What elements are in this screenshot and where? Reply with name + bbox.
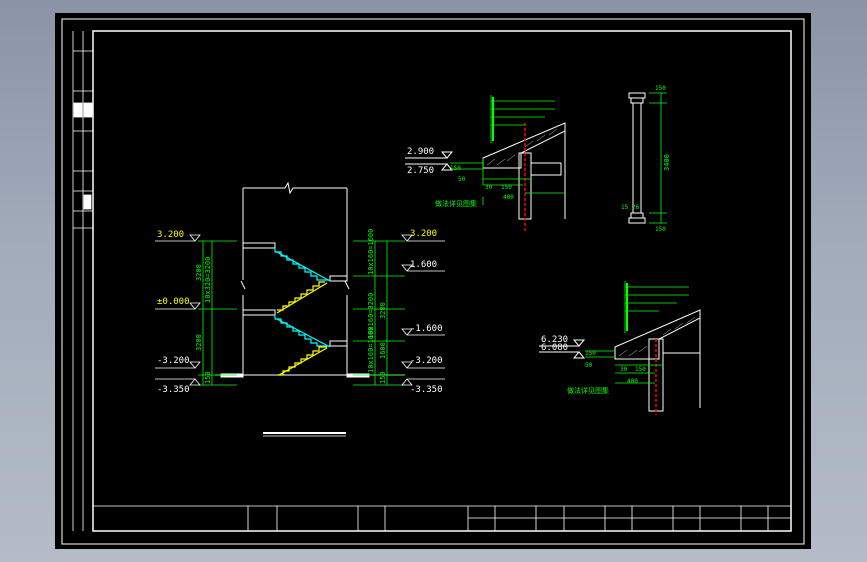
drawing-sheet: 3.200 ±0.000 -3.200 -3.350 3200 10x320=3… <box>55 13 811 549</box>
left-dim-3: 3200 <box>195 334 203 351</box>
column-dim-bottom: 150 <box>655 226 666 233</box>
upper-level-2: 2.750 <box>407 166 434 176</box>
column-dim-height: 3400 <box>663 154 671 171</box>
stair-flight-4 <box>277 346 327 376</box>
left-dim-4: 150 <box>204 371 212 384</box>
upper-dim-5: 400 <box>503 194 514 201</box>
right-dim-1: 10x160=1600 <box>367 229 375 275</box>
column-detail: 3400 150 150 15 26 <box>621 85 671 233</box>
binding-strip <box>72 31 93 531</box>
stair-flight-1 <box>274 248 330 281</box>
right-level-4: -3.200 <box>410 356 443 366</box>
right-level-3: -1.600 <box>410 324 443 334</box>
left-dim-1: 3200 <box>195 264 203 281</box>
lower-level-2: 6.080 <box>541 343 568 353</box>
column-label: 15 26 <box>621 204 639 211</box>
right-dim-6: 150 <box>379 371 387 384</box>
right-dim-5: 1600 <box>379 342 387 359</box>
upper-dim-4: 150 <box>501 184 512 191</box>
stair-section: 3.200 ±0.000 -3.200 -3.350 3200 10x320=3… <box>155 181 445 437</box>
lower-note: 做法详见图集 <box>567 386 609 395</box>
right-level-5: -3.350 <box>410 385 443 395</box>
left-level-4: -3.350 <box>157 385 190 395</box>
right-dim-4: 3200 <box>379 302 387 319</box>
eave-detail-lower: 6.230 6.080 150 50 30 150 400 做法详见图集 <box>539 281 701 415</box>
left-dim-2: 10x320=3200 <box>204 257 212 303</box>
upper-dim-2: 50 <box>458 176 466 183</box>
cad-drawing: 3.200 ±0.000 -3.200 -3.350 3200 10x320=3… <box>61 18 805 545</box>
right-dim-3: 10x160=1600 <box>367 327 375 373</box>
stair-flight-3 <box>274 315 330 347</box>
lower-dim-5: 400 <box>627 378 638 385</box>
lower-dim-1: 150 <box>585 350 596 357</box>
left-level-2: ±0.000 <box>157 297 190 307</box>
column-dim-top: 150 <box>655 85 666 92</box>
left-level-1: 3.200 <box>157 230 184 240</box>
eave-detail-upper: 2.900 2.750 150 50 30 150 400 做法详见图集 <box>405 95 566 231</box>
right-level-2: 1.600 <box>410 260 437 270</box>
right-level-1: 3.200 <box>410 229 437 239</box>
left-level-3: -3.200 <box>157 356 190 366</box>
lower-dim-3: 30 <box>620 366 628 373</box>
lower-dim-4: 150 <box>635 366 646 373</box>
title-block <box>93 505 791 531</box>
upper-level-1: 2.900 <box>407 147 434 157</box>
stair-flight-2 <box>277 281 325 311</box>
outer-border <box>61 18 805 545</box>
upper-dim-1: 150 <box>450 165 461 172</box>
upper-dim-3: 30 <box>485 184 493 191</box>
upper-note: 做法详见图集 <box>435 199 477 208</box>
lower-dim-2: 50 <box>585 362 593 369</box>
